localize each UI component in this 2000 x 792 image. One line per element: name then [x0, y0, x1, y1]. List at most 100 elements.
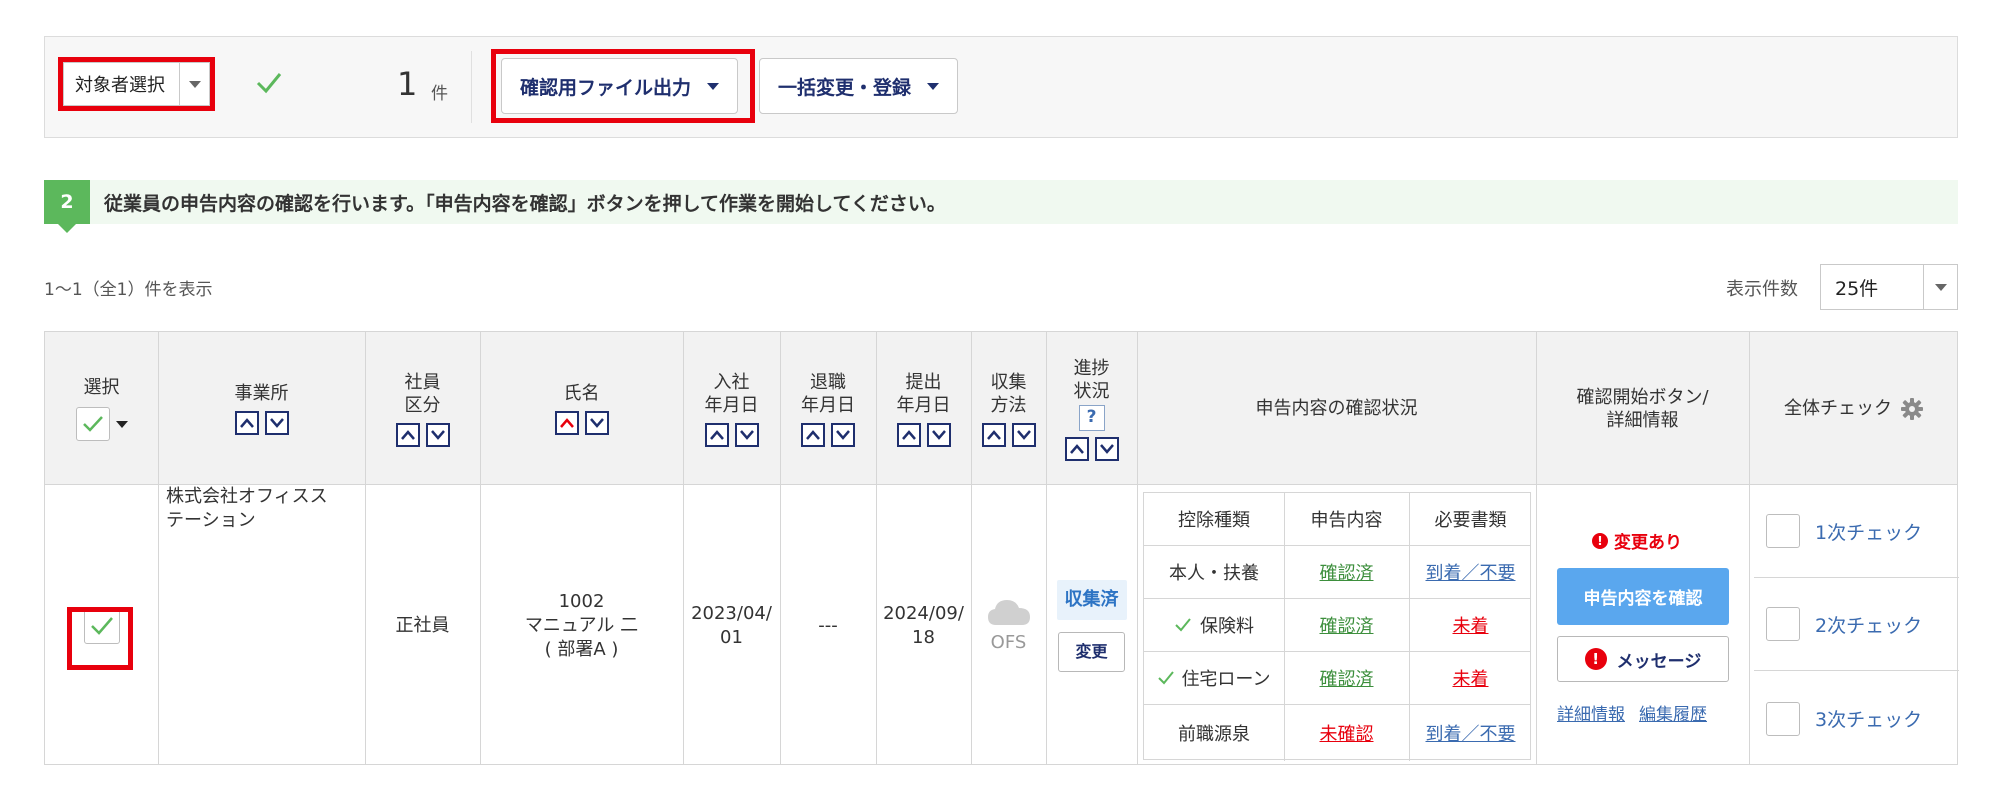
sort-desc-button[interactable] [734, 422, 759, 447]
chevron-down-icon [927, 82, 940, 90]
chevron-up-icon [239, 418, 254, 428]
check-icon [82, 416, 103, 432]
chevron-down-icon [707, 82, 720, 90]
chevron-down-icon [1923, 265, 1957, 309]
declaration-link[interactable]: 確認済 [1320, 665, 1374, 691]
check-icon [1175, 618, 1191, 632]
sort-desc-button[interactable] [831, 422, 855, 447]
employee-name: マニュアル 二 [524, 614, 639, 636]
row-checkbox[interactable] [83, 607, 120, 644]
sort-desc-button[interactable] [584, 411, 609, 435]
help-icon[interactable]: ? [1078, 404, 1105, 431]
sort-asc-button[interactable] [234, 411, 259, 435]
chevron-down-icon[interactable] [115, 420, 128, 428]
bulk-change-label: 一括変更・登録 [778, 76, 912, 99]
check-icon [90, 616, 113, 635]
progress-change-button[interactable]: 変更 [1058, 631, 1125, 672]
check-3rd-row: 3次チェック [1754, 671, 1959, 766]
gear-icon[interactable] [1900, 397, 1924, 421]
chevron-up-icon [986, 429, 1001, 440]
message-button-label: メッセージ [1616, 651, 1702, 672]
sort-asc-button[interactable] [395, 422, 420, 447]
header-employee-type: 社員 区分 [365, 332, 480, 485]
change-flag-text: 変更あり [1614, 533, 1682, 553]
row-collect-method: OFS [971, 485, 1046, 766]
documents-link[interactable]: 到着／不要 [1426, 720, 1516, 746]
row-office: 株式会社オフィスス テーション [166, 486, 328, 531]
progress-status-badge: 収集済 [1056, 579, 1127, 620]
check-1st-row: 1次チェック [1754, 485, 1959, 578]
header-office: 事業所 [158, 332, 365, 485]
page-size-select[interactable]: 25件 [1820, 264, 1958, 310]
toolbar-divider [471, 51, 472, 123]
chevron-up-icon [709, 429, 724, 440]
sort-desc-button[interactable] [264, 411, 289, 435]
sort-asc-button[interactable] [896, 422, 921, 447]
cloud-icon [987, 599, 1030, 625]
sort-desc-button[interactable] [1094, 436, 1119, 461]
message-button[interactable]: ! メッセージ [1557, 636, 1729, 682]
select-all-checkbox[interactable] [75, 407, 110, 441]
alert-icon: ! [1592, 532, 1608, 549]
header-progress: 進捗 状況 ? [1046, 332, 1137, 485]
check-2nd-row: 2次チェック [1754, 578, 1959, 671]
step-number: 2 [44, 180, 90, 233]
page-size-label: 表示件数 [1726, 279, 1798, 300]
header-collect-method: 収集 方法 [971, 332, 1046, 485]
status-row: 住宅ローン 確認済 未着 [1144, 652, 1530, 705]
chevron-up-icon [400, 429, 415, 440]
declaration-link[interactable]: 確認済 [1320, 612, 1374, 638]
header-status: 申告内容の確認状況 [1255, 398, 1418, 419]
file-output-button[interactable]: 確認用ファイル出力 [501, 58, 739, 114]
header-select: 選択 [45, 332, 158, 485]
chevron-down-icon [269, 418, 284, 428]
sort-asc-button[interactable] [801, 422, 825, 447]
collect-method-text: OFS [990, 631, 1027, 653]
bulk-change-button[interactable]: 一括変更・登録 [759, 58, 959, 114]
chevron-up-icon [901, 429, 916, 440]
select-target-dropdown[interactable]: 対象者選択 [63, 62, 210, 106]
sort-asc-button[interactable] [1064, 436, 1089, 461]
documents-link[interactable]: 到着／不要 [1426, 559, 1516, 585]
declaration-link[interactable]: 確認済 [1320, 559, 1374, 585]
sort-asc-button[interactable] [981, 422, 1006, 447]
sort-desc-button[interactable] [1011, 422, 1036, 447]
documents-link[interactable]: 未着 [1453, 665, 1489, 691]
row-submit-date: 2024/09/ 18 [883, 602, 964, 648]
chevron-up-icon [559, 418, 574, 428]
documents-link[interactable]: 未着 [1453, 612, 1489, 638]
declaration-link[interactable]: 未確認 [1320, 720, 1374, 746]
step-text: 従業員の申告内容の確認を行います。「申告内容を確認」ボタンを押して作業を開始して… [104, 192, 946, 215]
sort-desc-button[interactable] [926, 422, 951, 447]
row-employee-type: 正社員 [395, 614, 450, 636]
chevron-up-icon [806, 429, 820, 440]
check-icon [1158, 671, 1175, 685]
sort-asc-button-active[interactable] [554, 411, 579, 435]
header-name: 氏名 [480, 332, 683, 485]
employee-dept: ( 部署A ) [544, 638, 619, 660]
chevron-down-icon [179, 63, 209, 105]
result-range: 1～1（全1）件を表示 [44, 280, 213, 300]
check-2nd-label[interactable]: 2次チェック [1815, 611, 1922, 638]
confirm-declaration-button[interactable]: 申告内容を確認 [1557, 568, 1729, 625]
file-output-label: 確認用ファイル出力 [520, 76, 692, 99]
check-3rd-label[interactable]: 3次チェック [1815, 705, 1922, 732]
check-1st-checkbox[interactable] [1766, 514, 1800, 548]
select-target-label: 対象者選択 [75, 75, 165, 96]
edit-history-link[interactable]: 編集履歴 [1639, 700, 1707, 725]
sort-desc-button[interactable] [425, 422, 450, 447]
sort-asc-button[interactable] [704, 422, 729, 447]
check-3rd-checkbox[interactable] [1766, 701, 1800, 736]
check-icon [256, 73, 282, 94]
check-1st-label[interactable]: 1次チェック [1815, 518, 1922, 545]
header-submit-date: 提出 年月日 [876, 332, 971, 485]
status-header-row: 控除種類 申告内容 必要書類 [1144, 493, 1530, 546]
detail-info-link[interactable]: 詳細情報 [1557, 700, 1625, 725]
selected-count-unit: 件 [431, 84, 448, 104]
row-progress: 収集済 変更 [1046, 485, 1137, 766]
check-2nd-checkbox[interactable] [1766, 607, 1800, 641]
row-name: 1002 マニュアル 二 ( 部署A ) [480, 485, 683, 766]
status-row: 本人・扶養 確認済 到着／不要 [1144, 546, 1530, 599]
chevron-down-icon [1016, 429, 1031, 440]
change-flag: ! 変更あり [1592, 528, 1682, 553]
